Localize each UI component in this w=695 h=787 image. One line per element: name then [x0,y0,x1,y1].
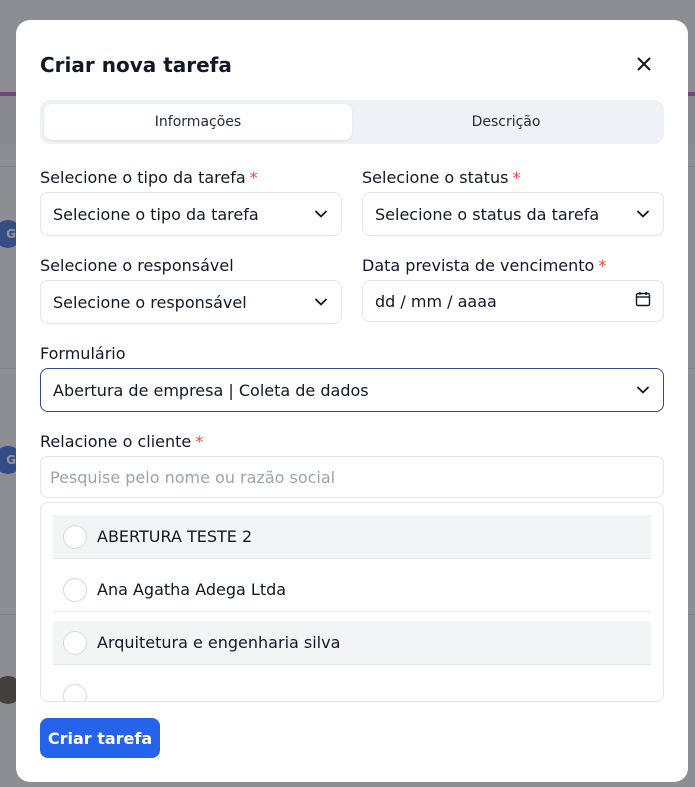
client-option[interactable]: ABERTURA TESTE 2 [53,515,651,559]
responsible-label-text: Selecione o responsável [40,256,234,275]
client-option-label: Ana Agatha Adega Ltda [97,580,287,599]
client-option[interactable]: Arquitetura e engenharia silva [53,621,651,665]
responsible-select[interactable]: Selecione o responsável [40,280,342,324]
tab-descricao[interactable]: Descrição [352,104,660,140]
create-task-modal: Criar nova tarefa Informações Descrição … [16,20,688,782]
form-label: Formulário [40,344,126,363]
tab-informacoes[interactable]: Informações [44,104,352,140]
required-mark: * [249,168,258,187]
required-mark: * [598,256,607,275]
chevron-down-icon [315,295,329,309]
status-label: Selecione o status * [362,168,520,187]
task-type-select[interactable]: Selecione o tipo da tarefa [40,192,342,236]
client-option[interactable]: Ana Agatha Adega Ltda [53,568,651,612]
due-date-input-value: dd / mm / aaaa [375,291,497,311]
client-option-label: ABERTURA TESTE 2 [97,527,253,546]
chevron-down-icon [637,207,651,221]
due-date-label-text: Data prevista de vencimento [362,256,595,275]
close-icon [637,57,651,71]
status-select[interactable]: Selecione o status da tarefa [362,192,664,236]
required-mark: * [195,432,204,451]
radio-button[interactable] [63,577,87,602]
form-select-value: Abertura de empresa | Coleta de dados [53,380,369,400]
tab-bar: Informações Descrição [40,100,664,144]
client-option-label: Arquitetura e engenharia silva [97,633,341,652]
client-list[interactable]: ABERTURA TESTE 2 Ana Agatha Adega Ltda A… [40,502,664,702]
responsible-label: Selecione o responsável [40,256,234,275]
chevron-down-icon [315,207,329,221]
status-label-text: Selecione o status [362,168,509,187]
client-search-input[interactable] [40,456,664,498]
due-date-label: Data prevista de vencimento * [362,256,606,275]
radio-button[interactable] [63,524,87,549]
responsible-select-value: Selecione o responsável [53,292,247,312]
client-label: Relacione o cliente * [40,432,203,451]
calendar-icon[interactable] [635,291,651,311]
form-label-text: Formulário [40,344,126,363]
task-type-select-value: Selecione o tipo da tarefa [53,204,259,224]
client-label-text: Relacione o cliente [40,432,192,451]
radio-button[interactable] [63,684,87,701]
form-select[interactable]: Abertura de empresa | Coleta de dados [40,368,664,412]
close-button[interactable] [630,52,658,76]
modal-title: Criar nova tarefa [40,53,232,77]
status-select-value: Selecione o status da tarefa [375,204,600,224]
chevron-down-icon [637,383,651,397]
task-type-label-text: Selecione o tipo da tarefa [40,168,246,187]
create-task-button[interactable]: Criar tarefa [40,718,160,758]
radio-button[interactable] [63,630,87,655]
client-option-partial[interactable] [53,674,651,701]
task-type-label: Selecione o tipo da tarefa * [40,168,258,187]
required-mark: * [512,168,521,187]
due-date-input[interactable]: dd / mm / aaaa [362,280,664,322]
